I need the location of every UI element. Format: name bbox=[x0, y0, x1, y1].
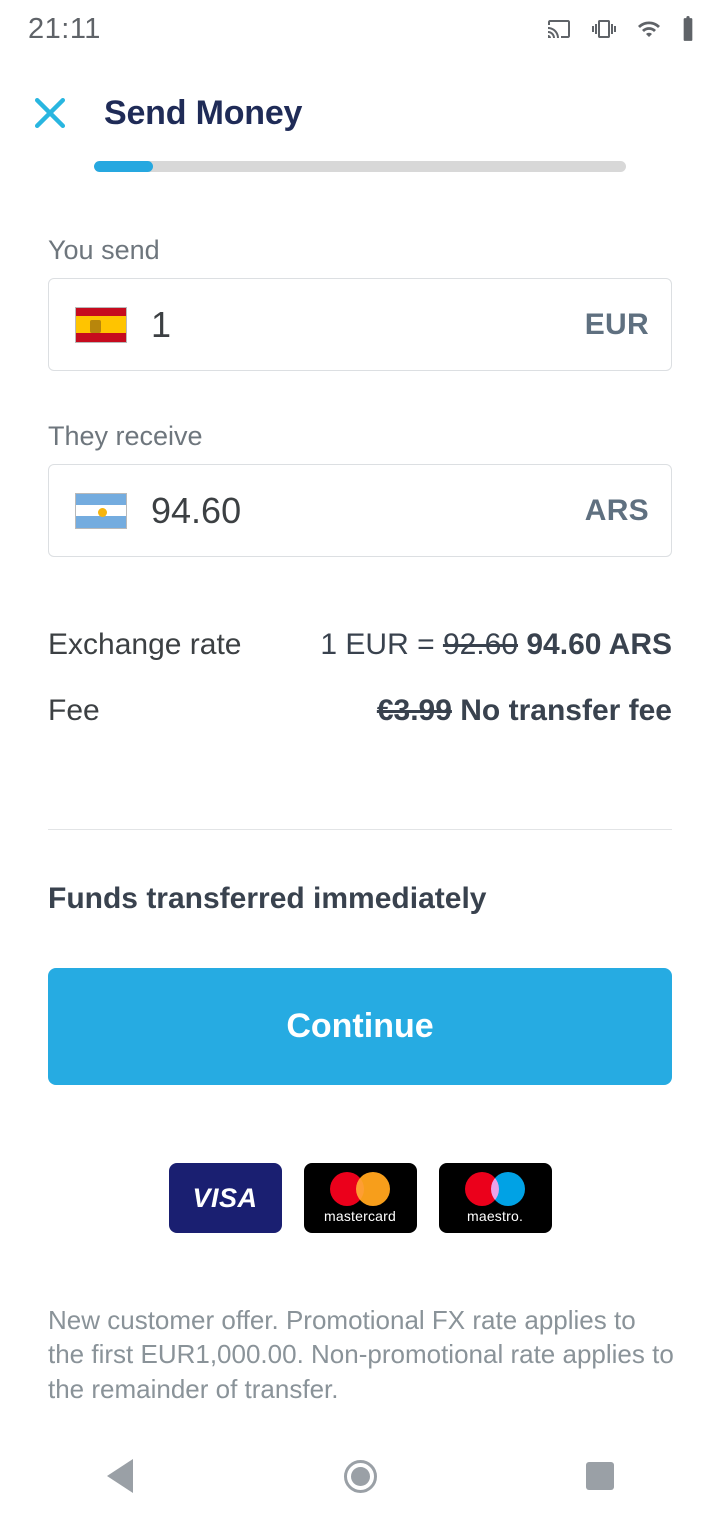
payment-methods: VISA mastercard maestro. bbox=[0, 1163, 720, 1233]
progress-bar-fill bbox=[94, 161, 153, 172]
you-send-field-group: You send 1 EUR bbox=[48, 237, 672, 371]
back-icon bbox=[107, 1459, 133, 1493]
maestro-icon: maestro. bbox=[438, 1163, 552, 1233]
status-time: 21:11 bbox=[28, 12, 101, 45]
close-button[interactable] bbox=[28, 78, 104, 148]
you-send-amount[interactable]: 1 bbox=[151, 306, 585, 343]
section-divider bbox=[48, 829, 672, 830]
continue-button[interactable]: Continue bbox=[48, 968, 672, 1085]
visa-icon: VISA bbox=[168, 1163, 282, 1233]
app-header: Send Money bbox=[0, 78, 720, 148]
visa-label: VISA bbox=[192, 1182, 258, 1213]
they-receive-field-group: They receive 94.60 ARS bbox=[48, 423, 672, 557]
fee-row: Fee €3.99 No transfer fee bbox=[48, 696, 672, 726]
progress-bar bbox=[94, 161, 626, 172]
exchange-rate-value: 1 EUR = 92.60 94.60 ARS bbox=[320, 630, 672, 660]
battery-icon bbox=[680, 16, 696, 42]
promotional-disclaimer: New customer offer. Promotional FX rate … bbox=[48, 1305, 674, 1404]
spain-flag-icon[interactable] bbox=[75, 306, 127, 343]
they-receive-label: They receive bbox=[48, 421, 203, 451]
fee-label: Fee bbox=[48, 694, 100, 727]
page-title: Send Money bbox=[104, 94, 303, 132]
cast-icon bbox=[545, 17, 573, 41]
vibrate-icon bbox=[590, 17, 618, 41]
they-receive-amount[interactable]: 94.60 bbox=[151, 492, 585, 529]
android-nav-bar bbox=[0, 1432, 720, 1520]
close-icon bbox=[28, 91, 72, 135]
status-bar: 21:11 bbox=[0, 0, 720, 58]
delivery-note: Funds transferred immediately bbox=[48, 882, 487, 915]
exchange-rate-new: 94.60 ARS bbox=[526, 628, 672, 661]
exchange-rate-old: 92.60 bbox=[442, 628, 519, 661]
maestro-label: maestro. bbox=[466, 1208, 524, 1224]
exchange-rate-row: Exchange rate 1 EUR = 92.60 94.60 ARS bbox=[48, 630, 672, 660]
status-icon-group bbox=[545, 16, 696, 42]
mastercard-icon: mastercard bbox=[303, 1163, 417, 1233]
nav-recents-button[interactable] bbox=[540, 1432, 660, 1520]
mastercard-label: mastercard bbox=[323, 1208, 397, 1224]
you-send-currency[interactable]: EUR bbox=[585, 309, 649, 340]
argentina-flag-icon[interactable] bbox=[75, 492, 127, 529]
mastercard-circles bbox=[330, 1172, 390, 1206]
maestro-circles bbox=[465, 1172, 525, 1206]
nav-home-button[interactable] bbox=[300, 1432, 420, 1520]
they-receive-input[interactable]: 94.60 ARS bbox=[48, 464, 672, 557]
fee-value: €3.99 No transfer fee bbox=[377, 696, 672, 726]
you-send-input[interactable]: 1 EUR bbox=[48, 278, 672, 371]
you-send-label: You send bbox=[48, 235, 160, 265]
send-money-screen: 21:11 Send Money You send 1 EUR They rec… bbox=[0, 0, 720, 1520]
fee-new: No transfer fee bbox=[460, 694, 672, 727]
they-receive-currency[interactable]: ARS bbox=[585, 495, 649, 526]
exchange-rate-prefix: 1 EUR = bbox=[320, 628, 443, 661]
fee-old: €3.99 bbox=[376, 694, 452, 727]
wifi-icon bbox=[635, 17, 663, 41]
exchange-rate-label: Exchange rate bbox=[48, 628, 242, 661]
home-icon bbox=[343, 1459, 377, 1493]
nav-back-button[interactable] bbox=[60, 1432, 180, 1520]
recents-icon bbox=[586, 1462, 614, 1490]
